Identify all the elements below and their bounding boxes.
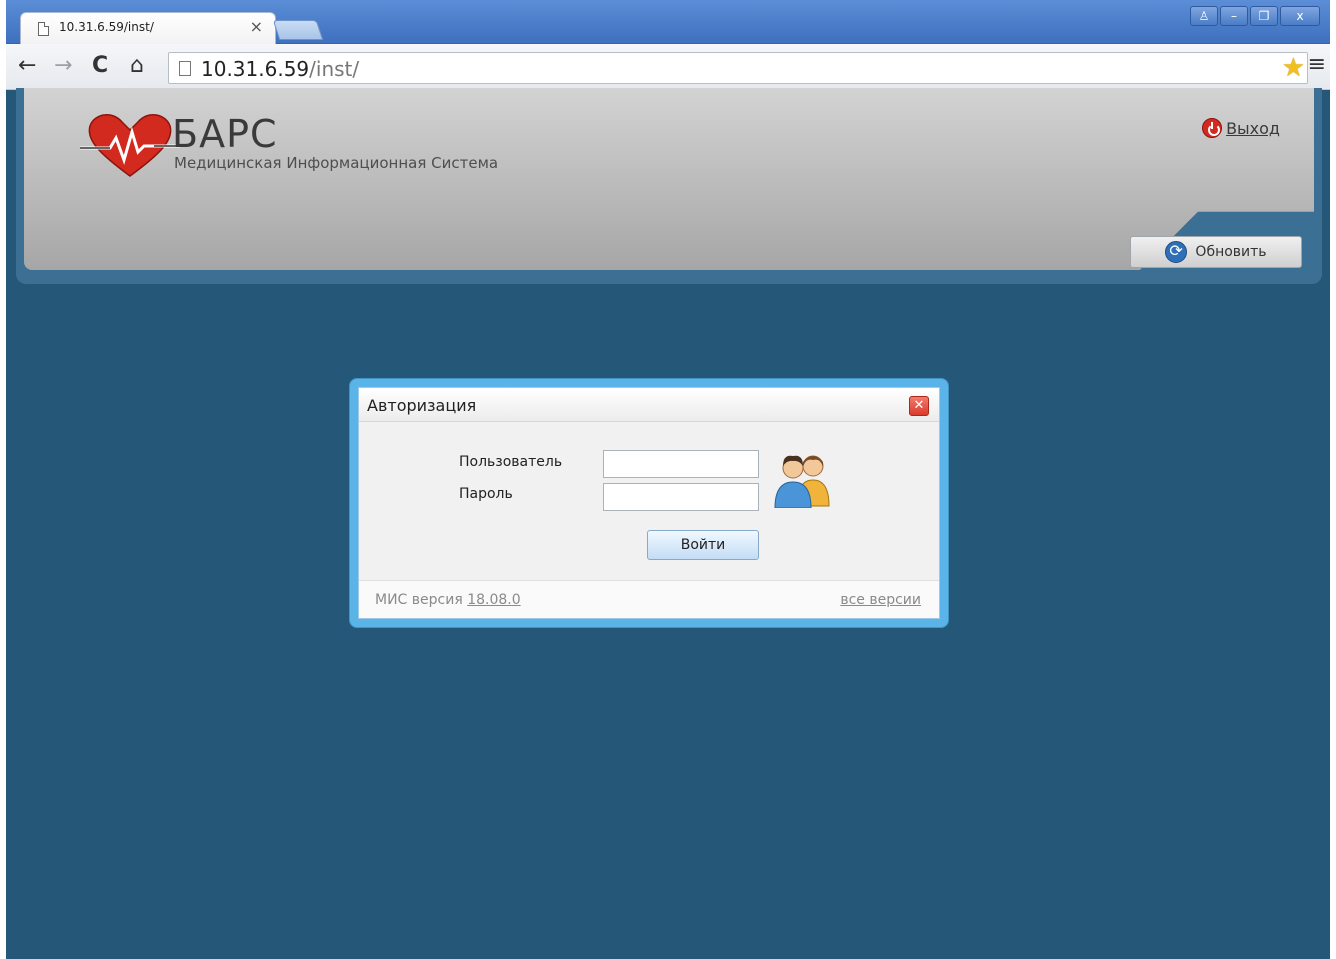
header-panel: БАРС Медицинская Информационная Система … bbox=[24, 88, 1314, 270]
tab-title: 10.31.6.59/inst/ bbox=[59, 20, 154, 34]
new-tab-button[interactable] bbox=[272, 20, 324, 40]
version-link[interactable]: 18.08.0 bbox=[467, 592, 520, 608]
page-icon bbox=[38, 22, 49, 36]
users-icon bbox=[774, 455, 830, 508]
logo-subtitle: Медицинская Информационная Система bbox=[174, 154, 499, 172]
power-icon bbox=[1202, 118, 1223, 138]
dialog-footer: МИС версия 18.08.0 все версии bbox=[359, 580, 939, 618]
version-prefix: МИС версия bbox=[375, 592, 463, 608]
bookmark-star-icon[interactable]: ★ bbox=[1282, 53, 1305, 83]
auth-dialog: Авторизация ✕ Пользователь Пароль Войти … bbox=[349, 378, 949, 628]
url-path: /inst/ bbox=[309, 57, 360, 81]
header-band: БАРС Медицинская Информационная Система … bbox=[16, 88, 1322, 284]
restore-button[interactable]: ❐ bbox=[1250, 6, 1278, 26]
window-controls: ♙ – ❐ x bbox=[1190, 6, 1320, 26]
logout-link[interactable]: Выход bbox=[1202, 118, 1280, 138]
username-input[interactable] bbox=[603, 450, 759, 478]
password-label: Пароль bbox=[459, 486, 513, 502]
dialog-title: Авторизация bbox=[367, 396, 477, 415]
version-text: МИС версия 18.08.0 bbox=[375, 592, 521, 608]
browser-toolbar: ← → C ⌂ 10.31.6.59/inst/ ★ ≡ bbox=[6, 44, 1330, 90]
dialog-header: Авторизация ✕ bbox=[359, 388, 939, 422]
page-icon bbox=[179, 61, 191, 76]
page-content: БАРС Медицинская Информационная Система … bbox=[6, 88, 1330, 959]
back-arrow-icon[interactable]: ← bbox=[18, 54, 36, 78]
auth-dialog-body: Авторизация ✕ Пользователь Пароль Войти … bbox=[358, 387, 940, 619]
window-close-button[interactable]: x bbox=[1280, 6, 1320, 26]
browser-tab[interactable]: 10.31.6.59/inst/ × bbox=[20, 12, 276, 44]
logo-name: БАРС bbox=[172, 112, 278, 156]
url-host: 10.31.6.59 bbox=[201, 57, 310, 81]
close-icon[interactable]: ✕ bbox=[909, 396, 929, 416]
all-versions-link[interactable]: все версии bbox=[840, 592, 921, 608]
logout-label[interactable]: Выход bbox=[1226, 119, 1280, 138]
heart-logo-icon bbox=[80, 114, 180, 177]
reload-icon[interactable]: C bbox=[92, 54, 108, 78]
refresh-label: Обновить bbox=[1195, 244, 1267, 260]
user-profile-button[interactable]: ♙ bbox=[1190, 6, 1218, 26]
browser-tab-bar: 10.31.6.59/inst/ × ♙ – ❐ x bbox=[6, 0, 1330, 44]
close-tab-icon[interactable]: × bbox=[250, 17, 263, 37]
address-bar[interactable]: 10.31.6.59/inst/ ★ bbox=[168, 52, 1308, 84]
forward-arrow-icon[interactable]: → bbox=[54, 54, 72, 78]
browser-menu-icon[interactable]: ≡ bbox=[1308, 52, 1326, 78]
minimize-button[interactable]: – bbox=[1220, 6, 1248, 26]
login-button[interactable]: Войти bbox=[647, 530, 759, 560]
address-bar-url: 10.31.6.59/inst/ bbox=[201, 57, 359, 81]
refresh-icon bbox=[1165, 241, 1188, 263]
home-icon[interactable]: ⌂ bbox=[130, 54, 144, 78]
password-input[interactable] bbox=[603, 483, 759, 511]
user-label: Пользователь bbox=[459, 454, 563, 470]
refresh-button[interactable]: Обновить bbox=[1130, 236, 1302, 268]
